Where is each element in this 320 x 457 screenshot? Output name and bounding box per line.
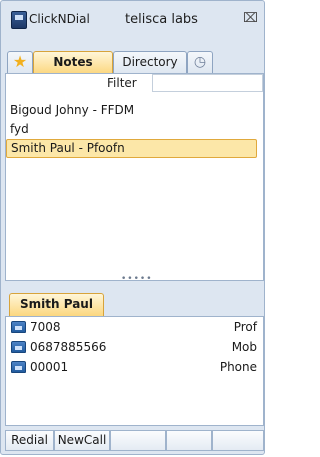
phone-icon	[11, 361, 26, 373]
toolbar-button-3[interactable]	[110, 430, 166, 451]
phone-row[interactable]: 0687885566 Mob	[6, 337, 263, 357]
phone-type: Mob	[231, 340, 257, 354]
tab-bar: ★ Notes Directory ◷	[1, 51, 264, 74]
phone-icon	[11, 321, 26, 333]
phone-icon	[11, 341, 26, 353]
list-item[interactable]: fyd	[6, 120, 263, 139]
redial-button[interactable]: Redial	[5, 430, 54, 451]
title-bar[interactable]: ClickNDial telisca labs ⌧	[1, 1, 264, 39]
tab-notes[interactable]: Notes	[33, 51, 113, 74]
app-title: ClickNDial	[29, 12, 90, 26]
contact-tab[interactable]: Smith Paul	[9, 293, 104, 316]
close-icon[interactable]: ⌧	[243, 11, 258, 26]
new-call-button[interactable]: NewCall	[54, 430, 110, 451]
phone-row[interactable]: 00001 Phone	[6, 357, 263, 377]
bottom-toolbar: Redial NewCall	[5, 430, 264, 452]
notes-panel: Filter Bigoud Johny - FFDM fyd Smith Pau…	[5, 73, 264, 281]
toolbar-button-5[interactable]	[212, 430, 264, 451]
tab-history[interactable]: ◷	[187, 51, 213, 73]
app-window: ClickNDial telisca labs ⌧ ★ Notes Direct…	[0, 0, 265, 455]
star-icon: ★	[12, 52, 28, 71]
list-item-selected[interactable]: Smith Paul - Pfoofn	[6, 139, 257, 158]
history-icon: ◷	[193, 54, 207, 70]
company-name: telisca labs	[125, 12, 198, 27]
phone-type: Prof	[233, 320, 257, 334]
notes-list: Bigoud Johny - FFDM fyd Smith Paul - Pfo…	[6, 101, 263, 158]
phone-type: Phone	[219, 360, 257, 374]
contact-panel: 7008 Prof 0687885566 Mob 00001 Phone	[5, 316, 264, 426]
phone-number: 0687885566	[30, 340, 107, 354]
panel-splitter[interactable]: •••••	[5, 274, 264, 287]
tab-directory[interactable]: Directory	[113, 51, 187, 73]
phone-number: 7008	[30, 320, 61, 334]
splitter-grip-icon: •••••	[121, 274, 153, 284]
phone-row[interactable]: 7008 Prof	[6, 317, 263, 337]
phone-number: 00001	[30, 360, 69, 374]
filter-label: Filter	[107, 76, 137, 90]
toolbar-button-4[interactable]	[166, 430, 212, 451]
tab-favorites[interactable]: ★	[7, 51, 33, 73]
list-item[interactable]: Bigoud Johny - FFDM	[6, 101, 263, 120]
filter-input[interactable]	[152, 74, 263, 92]
app-icon	[11, 11, 27, 29]
